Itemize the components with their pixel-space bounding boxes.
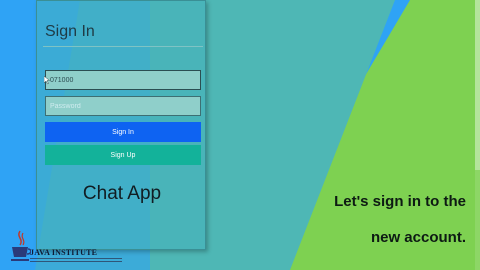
- scrollbar-track[interactable]: [475, 0, 480, 270]
- caption-line-2: new account.: [370, 229, 466, 246]
- password-input[interactable]: [45, 96, 201, 116]
- java-cup-icon: [11, 230, 31, 261]
- sign-in-title: Sign In: [45, 23, 95, 40]
- caption-line-1: Let's sign in to the: [334, 193, 466, 210]
- logo-text: JAVA INSTITUTE: [30, 248, 98, 257]
- video-frame: Sign In Sign In Sign Up Chat App JAVA IN…: [0, 0, 480, 270]
- mouse-pointer-icon: [43, 75, 51, 85]
- app-name-label: Chat App: [82, 183, 162, 204]
- sign-in-button[interactable]: Sign In: [45, 122, 201, 142]
- title-divider: [43, 46, 203, 47]
- sign-in-window: Sign In Sign In Sign Up Chat App: [36, 0, 206, 250]
- username-input[interactable]: [45, 70, 201, 90]
- java-institute-logo: JAVA INSTITUTE: [4, 224, 124, 268]
- logo-tagline-bars: [30, 258, 122, 262]
- scrollbar-thumb[interactable]: [475, 0, 480, 170]
- sign-up-button[interactable]: Sign Up: [45, 145, 201, 165]
